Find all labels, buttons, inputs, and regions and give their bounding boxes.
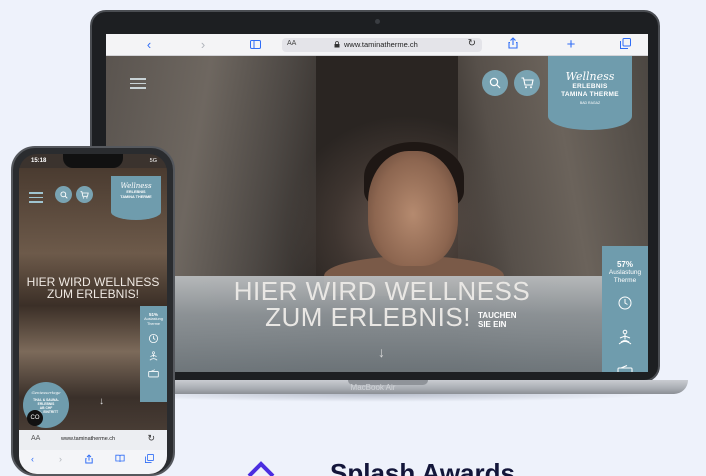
tabs-overview-icon[interactable] (616, 37, 634, 53)
status-signal: 5G (149, 158, 157, 164)
brand-line-1: ERLEBNIS (572, 83, 608, 90)
macbook-lid: ‹ › AA www.taminatherme.ch ↻ + Wellness … (90, 10, 660, 382)
brand-line-2: TAMINA THERME (120, 195, 152, 199)
hamburger-menu-icon[interactable] (29, 192, 43, 203)
meditation-icon[interactable] (616, 329, 634, 347)
cart-button[interactable] (76, 186, 93, 203)
safari-bottom-toolbar: ‹ › (19, 450, 167, 474)
address-bar[interactable]: AA www.taminatherme.ch ↻ (282, 38, 482, 52)
promo-script: Geniessertage (31, 390, 61, 395)
reader-aa-button[interactable]: AA (287, 40, 296, 47)
hamburger-menu-icon[interactable] (130, 78, 146, 89)
tabs-overview-icon[interactable] (145, 454, 154, 465)
reload-icon[interactable]: ↻ (147, 433, 155, 444)
hero-headline: HIER WIRD WELLNESS ZUM ERLEBNIS! (21, 276, 165, 300)
headline-line-1: HIER WIRD WELLNESS (233, 276, 531, 306)
voucher-icon[interactable] (148, 369, 159, 378)
meditation-icon[interactable] (148, 351, 159, 362)
brand-script: Wellness (565, 70, 615, 83)
forward-icon[interactable]: › (59, 454, 62, 464)
back-icon[interactable]: ‹ (31, 454, 34, 464)
camera-icon (375, 19, 380, 24)
hero-image-person (368, 151, 458, 266)
brand-logo[interactable]: Wellness ERLEBNIS TAMINA THERME BAD RAGA… (548, 56, 632, 130)
brand-logo[interactable]: Wellness ERLEBNIS TAMINA THERME (111, 176, 161, 220)
brand-line-2: TAMINA THERME (561, 91, 619, 98)
address-bar[interactable]: AA www.taminatherme.ch ↻ (19, 430, 167, 450)
iphone-screen: 15:18 5G Wellness ERLEBNIS TAMINA THERME… (19, 154, 167, 474)
occupancy-percent: 57% (616, 260, 633, 269)
macbook-shadow (100, 394, 660, 402)
share-icon[interactable] (85, 454, 93, 466)
showcase-stage: ‹ › AA www.taminatherme.ch ↻ + Wellness … (0, 0, 706, 476)
lock-icon (334, 41, 340, 48)
reader-aa-button[interactable]: AA (31, 435, 40, 442)
reload-icon[interactable]: ↻ (468, 38, 476, 49)
new-tab-icon[interactable]: + (562, 37, 580, 53)
sidebar-icon[interactable] (246, 37, 264, 53)
clock-icon[interactable] (148, 333, 159, 344)
macbook-screen: ‹ › AA www.taminatherme.ch ↻ + Wellness … (106, 34, 648, 372)
safari-toolbar: ‹ › AA www.taminatherme.ch ↻ + (106, 34, 648, 56)
url-text: www.taminatherme.ch (61, 436, 116, 442)
status-time: 15:18 (31, 158, 47, 164)
awards-title: Splash Awards (330, 458, 515, 476)
hero-subline: TAUCHEN SIE EIN (478, 311, 517, 329)
voucher-icon[interactable] (617, 365, 633, 372)
subline-line-2: SIE EIN (478, 320, 507, 329)
share-icon[interactable] (504, 37, 522, 53)
search-button[interactable] (55, 186, 72, 203)
bookmarks-icon[interactable] (115, 454, 125, 465)
macbook-label: MacBook Air (350, 383, 396, 392)
cart-button[interactable] (514, 70, 540, 96)
search-button[interactable] (482, 70, 508, 96)
occupancy-label-2: Therme (613, 277, 637, 284)
search-icon (489, 77, 501, 89)
hero-section: Wellness ERLEBNIS TAMINA THERME BAD RAGA… (106, 56, 648, 372)
cart-icon (80, 190, 89, 199)
scroll-down-icon[interactable]: ↓ (99, 396, 104, 407)
cart-icon (521, 77, 534, 89)
subline-line-1: TAUCHEN (478, 311, 517, 320)
scroll-down-icon[interactable]: ↓ (378, 344, 385, 360)
cookie-button[interactable]: CO (27, 410, 43, 426)
occupancy-panel[interactable]: 51% Auslastung Therme (140, 306, 167, 402)
iphone-notch (63, 154, 123, 168)
splash-awards-logo-icon (247, 461, 275, 476)
back-icon[interactable]: ‹ (140, 37, 158, 53)
clock-icon[interactable] (617, 295, 633, 311)
iphone-frame: 15:18 5G Wellness ERLEBNIS TAMINA THERME… (11, 146, 175, 476)
occupancy-label-1: Auslastung (608, 269, 642, 276)
brand-line-3: BAD RAGAZ (579, 101, 601, 105)
search-icon (59, 190, 68, 199)
occupancy-panel[interactable]: 57% Auslastung Therme (602, 246, 648, 372)
brand-script: Wellness (120, 182, 152, 190)
occupancy-label-2: Therme (146, 321, 161, 326)
forward-icon[interactable]: › (194, 37, 212, 53)
headline-line-2: ZUM ERLEBNIS! (46, 287, 139, 301)
url-text: www.taminatherme.ch (344, 40, 418, 49)
